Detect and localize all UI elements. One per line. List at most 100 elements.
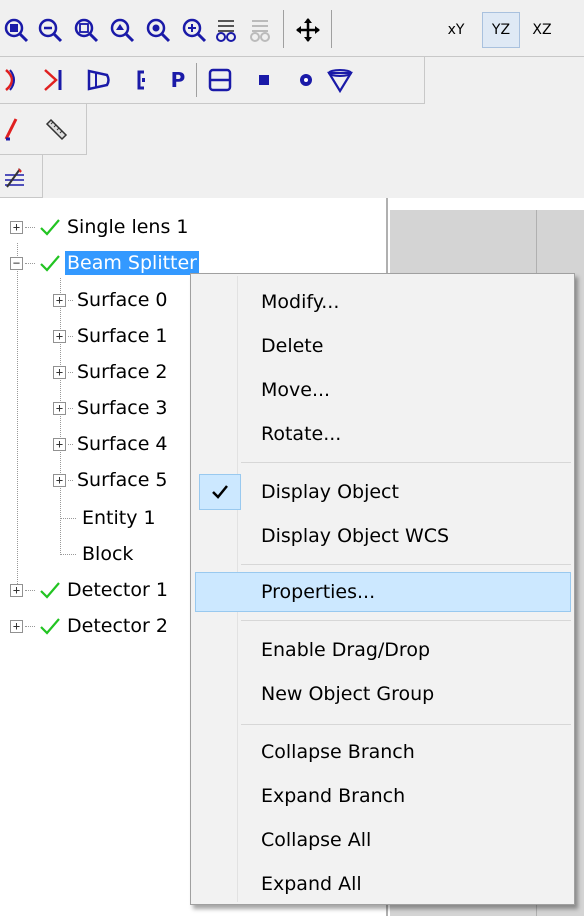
tree-connector [25,589,35,591]
menu-item-move[interactable]: Move... [195,370,571,410]
menu-item-expand-branch[interactable]: Expand Branch [195,776,571,816]
tree-item-block[interactable]: Block [60,536,135,572]
view-xy-icon[interactable]: xY [440,14,472,46]
tree-item-label: Surface 1 [77,325,168,347]
tree-connector [68,479,73,481]
menu-item-properties[interactable]: Properties... [195,572,571,612]
visible-check-icon[interactable] [39,580,61,600]
menu-item-collapse-branch[interactable]: Collapse Branch [195,732,571,772]
menu-separator [241,724,571,725]
checkmark-icon [199,474,241,510]
menu-item-display-object[interactable]: Display Object [195,472,571,512]
expand-icon[interactable]: + [53,329,66,343]
tree-item-label: Surface 0 [77,289,168,311]
toolbar-separator [331,10,332,48]
toolbar-separator [283,10,284,48]
tree-item-entity[interactable]: Entity 1 [60,500,158,536]
tree-item-beam-splitter[interactable]: − Beam Splitter [10,245,200,281]
tree-connector [68,299,73,301]
ruler-icon[interactable] [40,113,72,145]
zoom-extents-icon[interactable] [70,14,102,46]
menu-separator [241,620,571,621]
menu-item-delete[interactable]: Delete [195,326,571,366]
tree-item-surface[interactable]: + Surface 1 [53,318,170,354]
view-xz-icon[interactable]: XZ [526,14,558,46]
tree-item-label: Entity 1 [82,507,156,529]
menu-item-label: Expand Branch [261,785,406,807]
tree-connector [25,625,35,627]
menu-separator [241,462,571,463]
view-toolbar: xY YZ XZ [0,0,584,57]
tree-item-label: Surface 2 [77,361,168,383]
tree-connector [60,517,76,519]
expand-icon[interactable]: + [53,473,66,487]
menu-separator [241,564,571,565]
zoom-window-icon[interactable] [0,14,32,46]
context-menu: Modify... Delete Move... Rotate... Displ… [190,273,575,905]
p-entity-icon[interactable]: P [162,64,194,96]
tree-connector [68,407,73,409]
tree-item-label: Surface 3 [77,397,168,419]
view-yz-icon[interactable]: YZ [482,12,520,48]
menu-item-label: Display Object WCS [261,525,450,547]
render-icon[interactable] [210,14,242,46]
toolbar-separator [196,63,197,97]
lens-icon[interactable] [0,64,32,96]
zoom-in-icon[interactable] [178,14,210,46]
expand-icon[interactable]: + [53,401,66,415]
menu-item-label: Display Object [261,481,399,503]
tree-item-surface[interactable]: + Surface 3 [53,390,170,426]
menu-item-collapse-all[interactable]: Collapse All [195,820,571,860]
visible-check-icon[interactable] [39,253,61,273]
zoom-out-icon[interactable] [34,14,66,46]
menu-item-rotate[interactable]: Rotate... [195,414,571,454]
block-entity-icon[interactable] [248,64,280,96]
tree-item-label: Block [82,543,134,565]
tree-item-surface[interactable]: + Surface 2 [53,354,170,390]
visible-check-icon[interactable] [39,217,61,237]
tools-toolbar [0,104,87,155]
entity-toolbar: P [0,57,425,104]
expand-icon[interactable]: + [53,293,66,307]
menu-item-label: Enable Drag/Drop [261,639,431,661]
tree-connector [68,371,73,373]
bracket-icon[interactable] [126,64,158,96]
expand-icon[interactable]: + [53,365,66,379]
menu-item-label: Collapse Branch [261,741,415,763]
menu-item-new-object-group[interactable]: New Object Group [195,674,571,714]
arrow-entity-icon[interactable] [38,64,70,96]
tree-item-label: Detector 2 [67,615,168,637]
zoom-previous-icon[interactable] [106,14,138,46]
zoom-selected-icon[interactable] [142,14,174,46]
rectangle-entity-icon[interactable] [204,64,236,96]
menu-item-enable-drag-drop[interactable]: Enable Drag/Drop [195,630,571,670]
funnel-entity-icon[interactable] [324,64,356,96]
pan-icon[interactable] [292,14,324,46]
tree-item-detector[interactable]: + Detector 1 [10,572,170,608]
expand-icon[interactable]: + [53,437,66,451]
visible-check-icon[interactable] [39,616,61,636]
expand-icon[interactable]: + [10,220,23,234]
tree-item-label: Detector 1 [67,579,168,601]
menu-item-expand-all[interactable]: Expand All [195,864,571,904]
grid-pencil-icon[interactable] [0,161,32,193]
render-disabled-icon[interactable] [244,14,276,46]
tree-connector [60,553,76,555]
menu-item-modify[interactable]: Modify... [195,282,571,322]
collapse-icon[interactable]: − [10,256,23,270]
menu-item-label: Collapse All [261,829,372,851]
menu-item-label: Properties... [261,581,376,603]
cone-icon[interactable] [82,64,114,96]
expand-icon[interactable]: + [10,619,23,633]
expand-icon[interactable]: + [10,583,23,597]
tree-item-surface[interactable]: + Surface 5 [53,462,170,498]
tree-connector [68,443,73,445]
tree-item-surface[interactable]: + Surface 4 [53,426,170,462]
menu-item-display-object-wcs[interactable]: Display Object WCS [195,516,571,556]
tree-item-detector[interactable]: + Detector 2 [10,608,170,644]
tree-item-label: Single lens 1 [67,216,189,238]
ray-line-icon[interactable] [0,113,32,145]
sphere-entity-icon[interactable] [290,64,322,96]
tree-item-surface[interactable]: + Surface 0 [53,282,170,318]
tree-item-single-lens[interactable]: + Single lens 1 [10,209,191,245]
